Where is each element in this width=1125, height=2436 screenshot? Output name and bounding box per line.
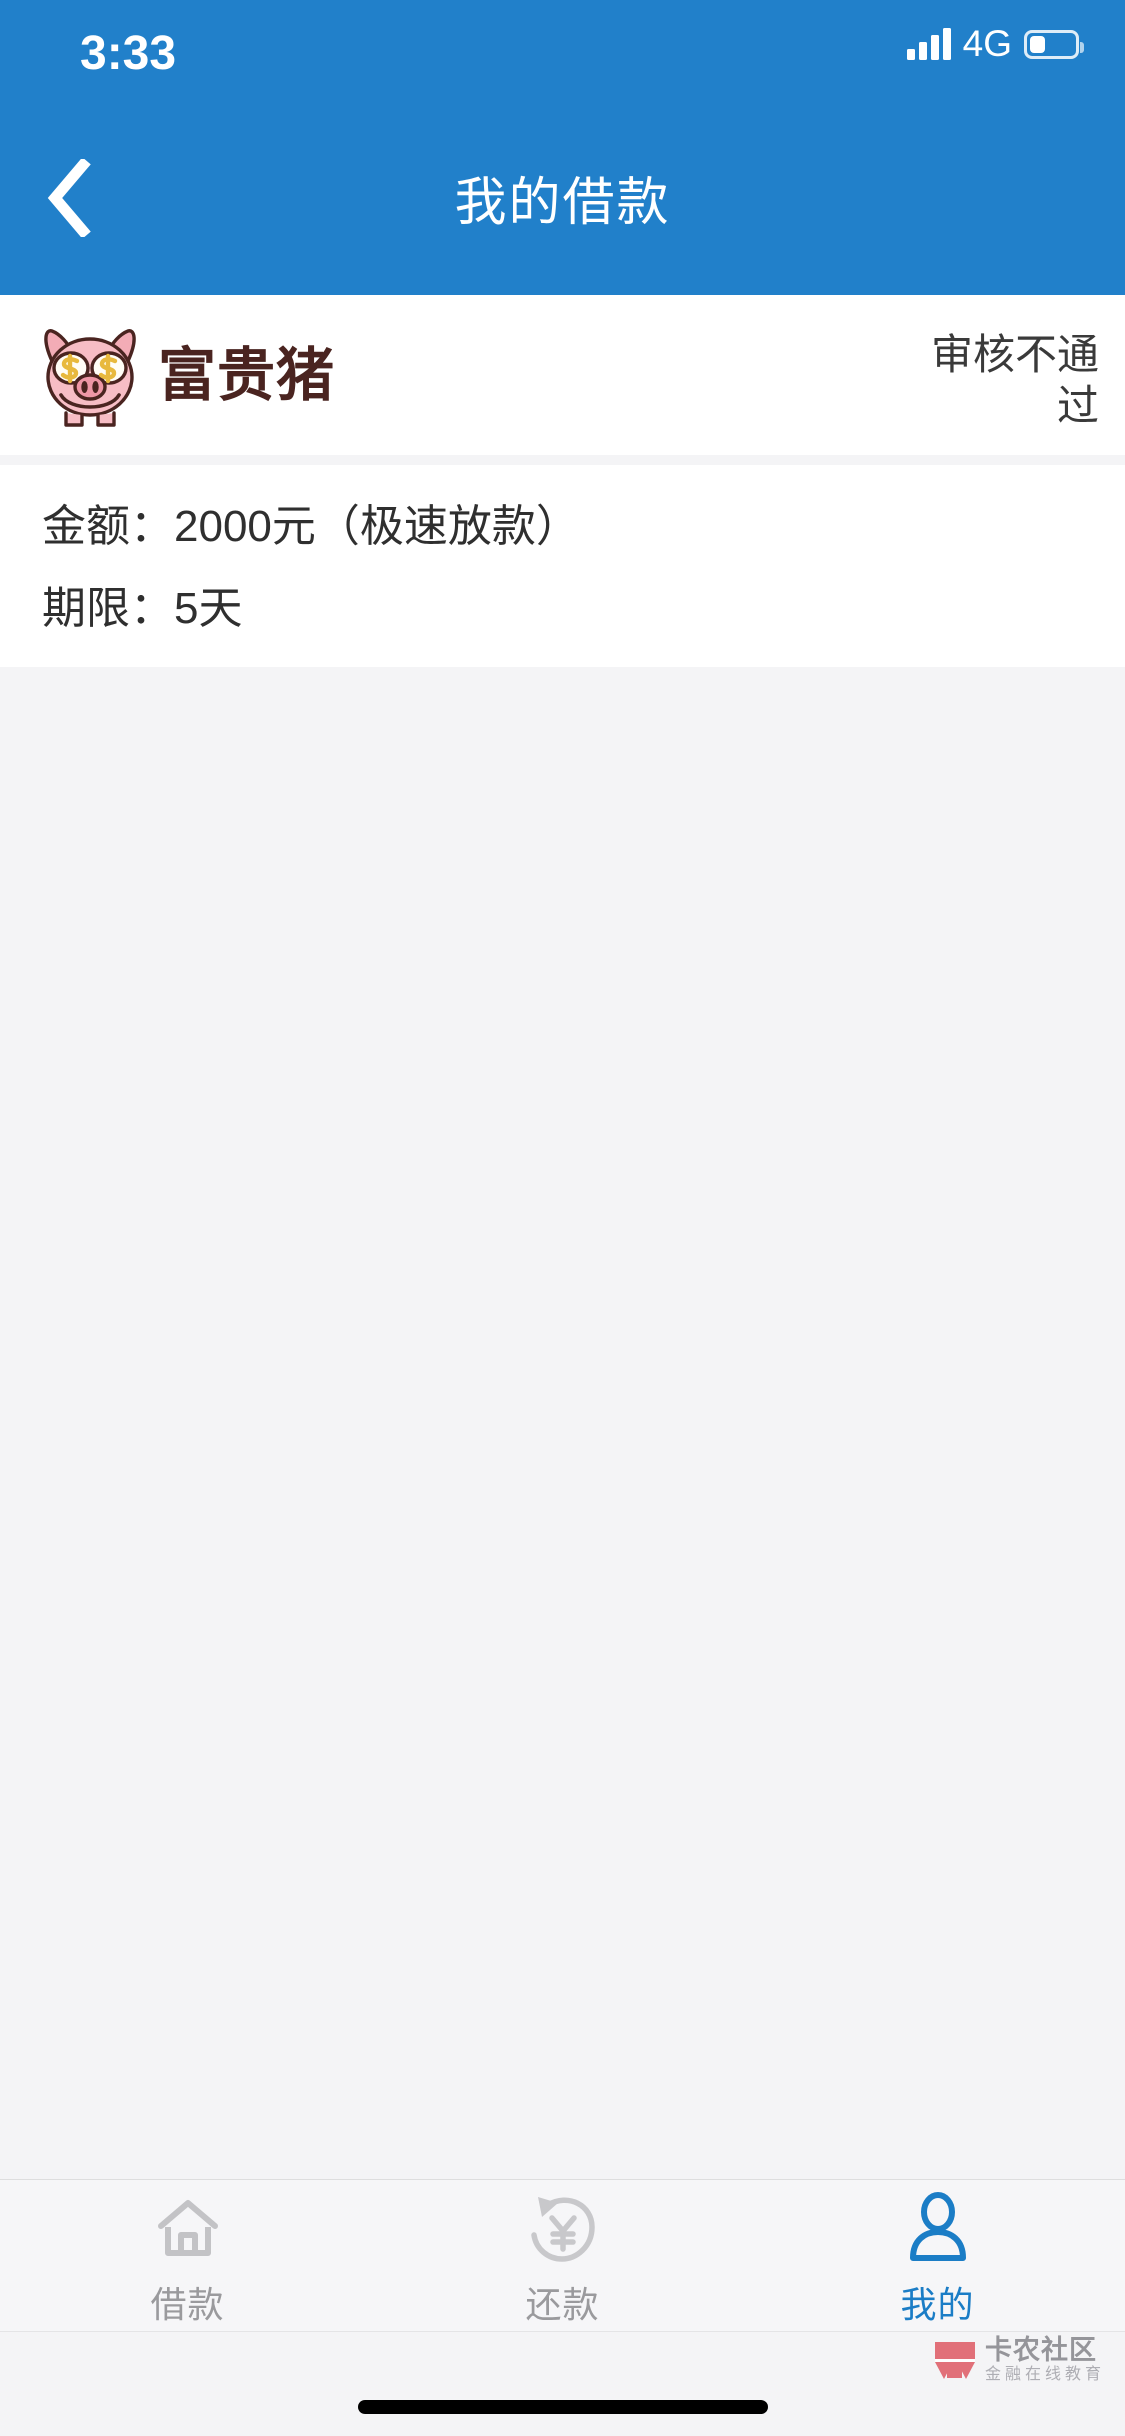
watermark-subtitle: 金融在线教育 (984, 2366, 1105, 2384)
watermark-title: 卡农社区 (984, 2335, 1097, 2365)
tab-borrow-label: 借款 (150, 2283, 225, 2325)
kanong-k-logo-icon (933, 2338, 977, 2382)
empty-content-area (0, 667, 1125, 2179)
status-bar: 3:33 4G (0, 0, 1125, 100)
tab-mine[interactable]: 我的 (750, 2180, 1125, 2331)
app-header: 3:33 4G 我的借款 (0, 0, 1125, 295)
watermark: 卡农社区 金融在线教育 (933, 2336, 1105, 2384)
brand-name: 富贵猪 (158, 341, 336, 409)
tab-borrow[interactable]: 借款 (0, 2180, 375, 2331)
refresh-yuan-icon (528, 2190, 598, 2266)
signal-bars-icon (906, 28, 951, 60)
bottom-tab-bar: 借款 还款 我的 (0, 2179, 1125, 2332)
loan-card-header[interactable]: 富贵猪 审核不通过 (0, 295, 1125, 455)
home-icon (153, 2190, 223, 2266)
home-indicator-bar[interactable] (357, 2400, 768, 2414)
page-title: 我的借款 (454, 174, 671, 232)
battery-low-icon (1024, 29, 1084, 59)
phone-screen: 3:33 4G 我的借款 富贵猪 审核不通过 金额：2000元（极速放款） 期限… (0, 0, 1125, 2436)
loan-term-row: 期限：5天 (42, 584, 243, 633)
tab-repay[interactable]: 还款 (375, 2180, 750, 2331)
tab-repay-label: 还款 (525, 2283, 600, 2325)
status-bar-indicators: 4G (906, 23, 1084, 64)
loan-card-details: 金额：2000元（极速放款） 期限：5天 (0, 465, 1125, 667)
person-icon (903, 2190, 973, 2266)
loan-amount-row: 金额：2000元（极速放款） (42, 502, 580, 551)
status-bar-network: 4G (962, 23, 1012, 64)
nav-bar: 我的借款 (0, 100, 1125, 295)
tab-mine-label: 我的 (900, 2283, 975, 2325)
status-bar-time: 3:33 (80, 27, 177, 80)
status-badge: 审核不通过 (930, 331, 1099, 430)
watermark-text: 卡农社区 金融在线教育 (985, 2336, 1105, 2384)
card-divider (0, 455, 1125, 465)
pig-money-eyes-logo-icon (30, 319, 150, 431)
brand: 富贵猪 (0, 319, 335, 431)
